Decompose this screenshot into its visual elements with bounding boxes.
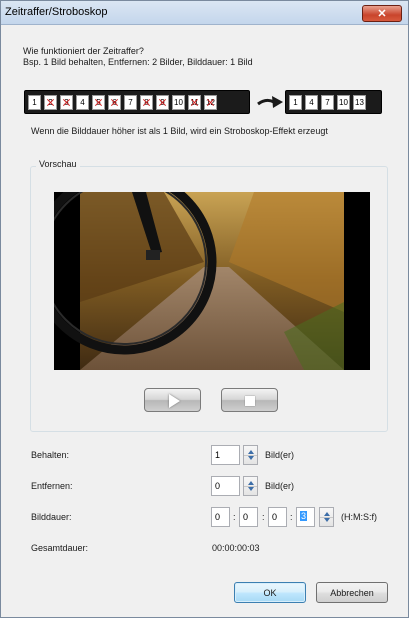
duration-seconds-input[interactable] bbox=[268, 507, 287, 527]
frame-removed: 5 bbox=[92, 94, 105, 110]
filmstrip-result: 1 4 7 10 13 bbox=[285, 90, 382, 114]
frame-removed: 12 bbox=[204, 94, 217, 110]
duration-minutes-input[interactable] bbox=[239, 507, 258, 527]
frame-kept: 1 bbox=[28, 94, 41, 110]
close-icon: ✕ bbox=[377, 8, 387, 20]
remove-input[interactable] bbox=[211, 476, 240, 496]
frame-result: 4 bbox=[305, 94, 318, 110]
duration-hours-input[interactable] bbox=[211, 507, 230, 527]
frame-result: 13 bbox=[353, 94, 366, 110]
intro-question: Wie funktioniert der Zeitraffer? bbox=[23, 46, 144, 56]
spin-up-icon bbox=[324, 512, 330, 516]
spin-down-icon bbox=[248, 487, 254, 491]
spin-up-icon bbox=[248, 450, 254, 454]
stop-icon bbox=[245, 396, 255, 406]
frame-removed: 11 bbox=[188, 94, 201, 110]
duration-spinner[interactable] bbox=[319, 507, 334, 527]
window-title: Zeitraffer/Stroboskop bbox=[5, 6, 108, 18]
play-icon bbox=[169, 394, 180, 408]
preview-video bbox=[54, 192, 370, 370]
frame-kept: 4 bbox=[76, 94, 89, 110]
ok-button[interactable]: OK bbox=[234, 582, 306, 603]
intro-example: Bsp. 1 Bild behalten, Entfernen: 2 Bilde… bbox=[23, 57, 253, 67]
stroboscope-note: Wenn die Bilddauer höher ist als 1 Bild,… bbox=[31, 126, 328, 136]
intro-text: Wie funktioniert der Zeitraffer? Bsp. 1 … bbox=[23, 46, 253, 68]
preview-group-label: Vorschau bbox=[36, 159, 80, 169]
frame-kept: 10 bbox=[172, 94, 185, 110]
keep-input[interactable] bbox=[211, 445, 240, 465]
arrow-right-icon bbox=[257, 96, 283, 108]
duration-label: Bilddauer: bbox=[31, 512, 72, 522]
play-button[interactable] bbox=[144, 388, 201, 412]
frame-removed: 8 bbox=[140, 94, 153, 110]
frame-removed: 2 bbox=[44, 94, 57, 110]
ok-button-label: OK bbox=[263, 587, 277, 598]
cancel-button[interactable]: Abbrechen bbox=[316, 582, 388, 603]
spin-down-icon bbox=[324, 518, 330, 522]
remove-unit: Bild(er) bbox=[265, 481, 295, 491]
frame-removed: 6 bbox=[108, 94, 121, 110]
preview-image bbox=[54, 192, 370, 370]
frame-result: 7 bbox=[321, 94, 334, 110]
close-button[interactable]: ✕ bbox=[362, 5, 402, 22]
frame-result: 1 bbox=[289, 94, 302, 110]
duration-unit: (H:M:S:f) bbox=[341, 512, 377, 522]
remove-label: Entfernen: bbox=[31, 481, 73, 491]
frame-removed: 3 bbox=[60, 94, 73, 110]
frame-removed: 9 bbox=[156, 94, 169, 110]
keep-unit: Bild(er) bbox=[265, 450, 295, 460]
keep-spinner[interactable] bbox=[243, 445, 258, 465]
total-value: 00:00:00:03 bbox=[212, 543, 260, 553]
frame-result: 10 bbox=[337, 94, 350, 110]
filmstrip-source: 1 2 3 4 5 6 7 8 9 10 11 12 bbox=[24, 90, 250, 114]
title-bar[interactable]: Zeitraffer/Stroboskop ✕ bbox=[1, 1, 408, 25]
stop-button[interactable] bbox=[221, 388, 278, 412]
cancel-button-label: Abbrechen bbox=[330, 587, 374, 598]
duration-frames-value: 3 bbox=[300, 511, 308, 521]
duration-frames-input[interactable]: 3 bbox=[296, 507, 315, 527]
spin-down-icon bbox=[248, 456, 254, 460]
spin-up-icon bbox=[248, 481, 254, 485]
keep-label: Behalten: bbox=[31, 450, 70, 460]
frame-kept: 7 bbox=[124, 94, 137, 110]
remove-spinner[interactable] bbox=[243, 476, 258, 496]
total-label: Gesamtdauer: bbox=[31, 543, 89, 553]
